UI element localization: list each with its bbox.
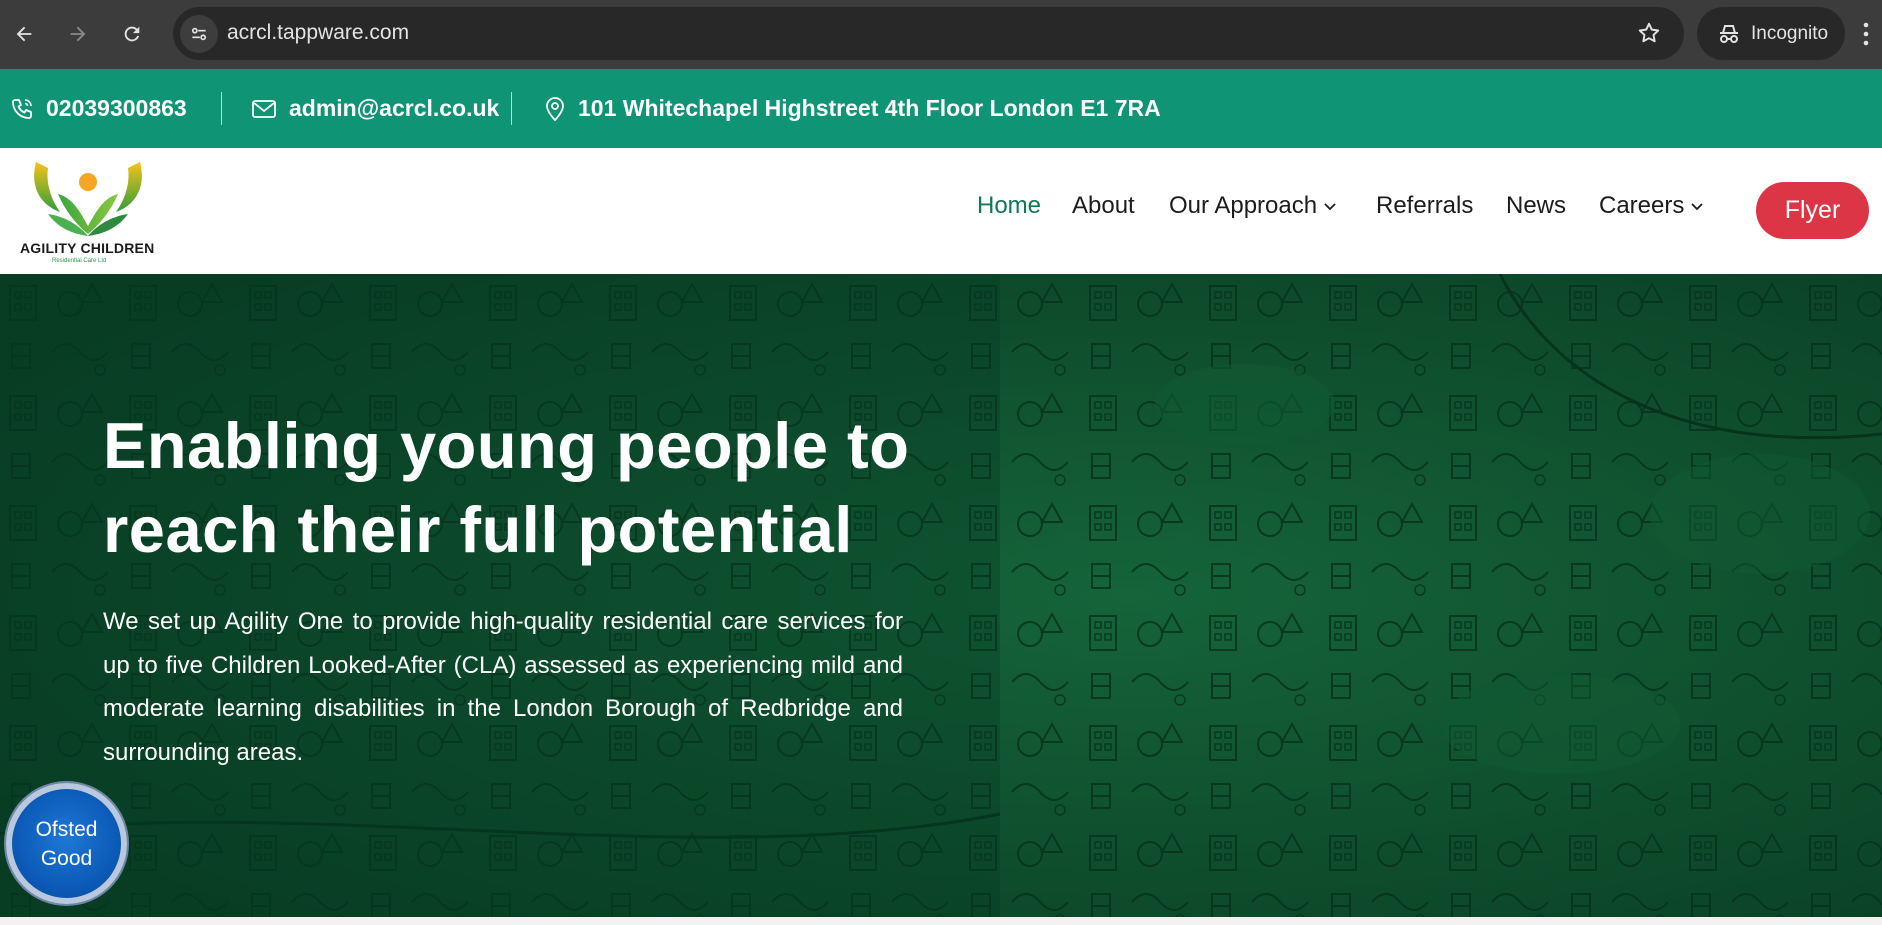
more-vert-icon[interactable] bbox=[1862, 20, 1882, 50]
incognito-label: Incognito bbox=[1751, 22, 1829, 44]
reload-icon[interactable] bbox=[114, 16, 150, 52]
contact-info-bar: 02039300863 admin@acrcl.co.uk 101 Whitec… bbox=[0, 69, 1882, 148]
hero-title-line2: reach their full potential bbox=[103, 493, 853, 566]
nav-our-approach[interactable]: Our Approach bbox=[1169, 192, 1337, 220]
location-pin-icon bbox=[546, 96, 564, 121]
flyer-button[interactable]: Flyer bbox=[1756, 182, 1869, 239]
nav-careers-label: Careers bbox=[1599, 192, 1685, 219]
nav-about-label: About bbox=[1072, 192, 1135, 219]
site-header: AGILITY CHILDREN Residential Care Ltd Ho… bbox=[0, 148, 1882, 274]
ofsted-badge-line1: Ofsted bbox=[35, 817, 98, 841]
site-info-icon[interactable] bbox=[180, 15, 218, 53]
logo-title: AGILITY CHILDREN bbox=[20, 240, 155, 256]
forward-arrow-icon[interactable] bbox=[60, 16, 96, 52]
hero-description: We set up Agility One to provide high-qu… bbox=[103, 608, 903, 766]
divider bbox=[511, 92, 512, 125]
email-address[interactable]: admin@acrcl.co.uk bbox=[289, 95, 499, 122]
nav-news-label: News bbox=[1506, 192, 1567, 219]
nav-careers[interactable]: Careers bbox=[1599, 192, 1704, 220]
browser-toolbar: acrcl.tappware.com Incognito bbox=[0, 0, 1882, 69]
ofsted-badge-line2: Good bbox=[40, 846, 93, 870]
nav-about[interactable]: About bbox=[1072, 192, 1135, 220]
nav-our-approach-label: Our Approach bbox=[1169, 192, 1318, 219]
phone-number[interactable]: 02039300863 bbox=[46, 95, 187, 122]
mail-icon bbox=[252, 99, 276, 118]
incognito-chip[interactable]: Incognito bbox=[1697, 7, 1845, 60]
chevron-down-icon bbox=[1324, 203, 1336, 211]
phone-icon bbox=[12, 98, 32, 119]
address-contact: 101 Whitechapel Highstreet 4th Floor Lon… bbox=[544, 69, 1161, 148]
address-text: 101 Whitechapel Highstreet 4th Floor Lon… bbox=[578, 95, 1161, 121]
ofsted-badge[interactable]: Ofsted Good bbox=[6, 783, 127, 904]
nav-home[interactable]: Home bbox=[977, 192, 1041, 220]
hero-title-line1: Enabling young people to bbox=[103, 409, 910, 482]
logo-subtitle: Residential Care Ltd bbox=[52, 258, 107, 264]
phone-contact[interactable]: 02039300863 bbox=[10, 69, 187, 148]
hero-section: Enabling young people to reach their ful… bbox=[0, 274, 1882, 917]
nav-news[interactable]: News bbox=[1506, 192, 1566, 220]
nav-referrals-label: Referrals bbox=[1376, 192, 1474, 219]
incognito-icon bbox=[1720, 24, 1738, 43]
back-arrow-icon[interactable] bbox=[6, 16, 42, 52]
address-bar[interactable]: acrcl.tappware.com bbox=[173, 7, 1684, 60]
nav-home-label: Home bbox=[977, 192, 1042, 219]
page-bottom-edge bbox=[0, 917, 1882, 925]
divider bbox=[221, 92, 222, 125]
nav-referrals[interactable]: Referrals bbox=[1376, 192, 1473, 220]
email-contact[interactable]: admin@acrcl.co.uk bbox=[251, 69, 499, 148]
hero-title: Enabling young people to reach their ful… bbox=[103, 404, 963, 572]
url-text[interactable]: acrcl.tappware.com bbox=[227, 21, 409, 45]
star-icon[interactable] bbox=[1636, 20, 1662, 51]
chevron-down-icon bbox=[1691, 203, 1703, 211]
hero-background-doodle-map bbox=[0, 274, 1882, 917]
